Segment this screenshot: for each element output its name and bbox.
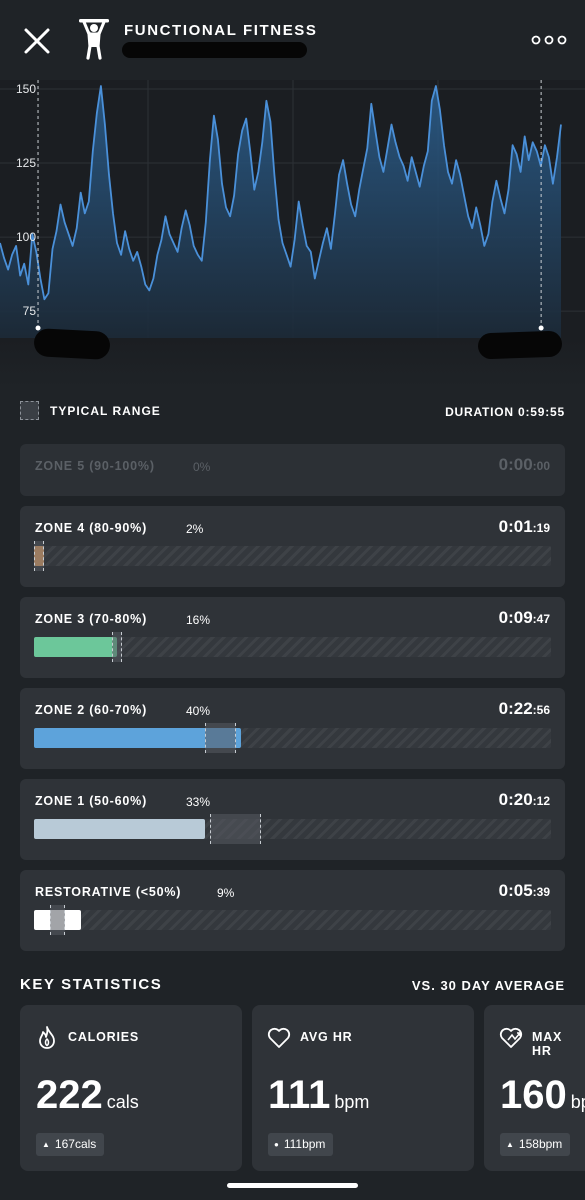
- zone-percentage: 9%: [217, 886, 235, 900]
- zone-card[interactable]: ZONE 4 (80-90%) 2% 0:01:19: [20, 506, 565, 587]
- zone-progress-fill: [34, 637, 117, 657]
- heart-icon: [267, 1027, 291, 1048]
- heart-rate-chart[interactable]: 150 125 100 75: [0, 80, 585, 338]
- zone-duration: 0:01:19: [498, 517, 550, 536]
- zone-typical-range: [34, 541, 45, 571]
- zone-label: RESTORATIVE (<50%): [35, 885, 182, 899]
- max-hr-label: MAX HR: [532, 1030, 563, 1058]
- up-arrow-icon: ▲: [42, 1140, 50, 1149]
- zone-duration: 0:00:00: [498, 455, 550, 474]
- y-tick-label: 125: [16, 156, 36, 170]
- calories-unit: cals: [106, 1092, 139, 1112]
- zone-card[interactable]: ZONE 2 (60-70%) 40% 0:22:56: [20, 688, 565, 769]
- max-hr-card[interactable]: MAX HR 160bpm ▲158bpm: [484, 1005, 585, 1171]
- calories-card[interactable]: CALORIES 222 cals ▲ 167cals: [20, 1005, 242, 1171]
- up-arrow-icon: ▲: [506, 1140, 514, 1149]
- zone-label: ZONE 4 (80-90%): [35, 521, 148, 535]
- activity-logo-icon: [78, 16, 110, 60]
- avg-hr-average-badge: ● 111bpm: [268, 1133, 334, 1156]
- zone-duration: 0:22:56: [498, 699, 550, 718]
- zone-label: ZONE 5 (90-100%): [35, 459, 155, 473]
- avg-hr-value: 111 bpm: [268, 1073, 370, 1117]
- comparison-label[interactable]: VS. 30 DAY AVERAGE: [412, 978, 565, 993]
- zone-label: ZONE 1 (50-60%): [35, 794, 148, 808]
- zone-duration: 0:20:12: [498, 790, 550, 809]
- header: FUNCTIONAL FITNESS: [0, 0, 585, 80]
- home-indicator[interactable]: [227, 1183, 358, 1188]
- redacted-subtitle: [122, 42, 307, 58]
- close-button[interactable]: [22, 26, 52, 56]
- zone-typical-range: [111, 632, 122, 662]
- zone-card[interactable]: ZONE 1 (50-60%) 33% 0:20:12: [20, 779, 565, 860]
- zone-label: ZONE 3 (70-80%): [35, 612, 148, 626]
- zone-percentage: 33%: [186, 795, 211, 809]
- more-options-button[interactable]: [531, 30, 567, 50]
- zone-duration: 0:05:39: [498, 881, 550, 900]
- zone-card[interactable]: ZONE 5 (90-100%) 0% 0:00:00: [20, 444, 565, 496]
- y-tick-label: 75: [23, 304, 37, 318]
- calories-value: 222 cals: [36, 1073, 139, 1117]
- zone-progress-track: [34, 814, 551, 844]
- zone-percentage: 0%: [193, 460, 211, 474]
- key-statistics-title: KEY STATISTICS: [20, 976, 163, 993]
- dot-icon: ●: [274, 1140, 279, 1149]
- heart-rate-chart-svg: 150 125 100 75: [0, 80, 585, 338]
- zone-card[interactable]: RESTORATIVE (<50%) 9% 0:05:39: [20, 870, 565, 951]
- zone-progress-fill: [34, 819, 205, 839]
- avg-hr-label: AVG HR: [300, 1030, 353, 1044]
- zone-progress-track: [34, 541, 551, 571]
- zone-typical-range: [204, 723, 236, 753]
- zone-percentage: 2%: [186, 522, 204, 536]
- typical-range-label: TYPICAL RANGE: [50, 404, 161, 418]
- y-tick-label: 150: [16, 82, 36, 96]
- max-hr-average-badge: ▲ 158bpm: [500, 1133, 571, 1156]
- y-tick-label: 100: [16, 230, 36, 244]
- bottom-edge: [0, 1192, 585, 1200]
- calories-average-badge: ▲ 167cals: [36, 1133, 105, 1156]
- zone-progress-track: [34, 723, 551, 753]
- redacted-start-time: [33, 328, 111, 360]
- typical-range-swatch: [20, 401, 39, 420]
- page-title: FUNCTIONAL FITNESS: [124, 22, 318, 39]
- close-icon: [24, 28, 50, 54]
- avg-hr-card[interactable]: AVG HR 111 bpm ● 111bpm: [252, 1005, 474, 1171]
- more-horizontal-icon: [531, 35, 567, 45]
- heart-up-icon: [499, 1027, 523, 1048]
- zone-typical-range: [209, 814, 262, 844]
- zone-duration: 0:09:47: [498, 608, 550, 627]
- zone-label: ZONE 2 (60-70%): [35, 703, 148, 717]
- chart-range-marker-dot: [538, 325, 544, 331]
- zone-percentage: 16%: [186, 613, 211, 627]
- redacted-end-time: [477, 330, 563, 360]
- max-hr-value: 160bpm: [500, 1073, 585, 1118]
- zone-percentage: 40%: [186, 704, 211, 718]
- flame-icon: [39, 1026, 55, 1049]
- calories-label: CALORIES: [68, 1030, 139, 1044]
- zone-progress-track: [34, 632, 551, 662]
- avg-hr-unit: bpm: [334, 1092, 370, 1112]
- max-hr-unit: bpm: [570, 1092, 585, 1112]
- duration-label: DURATION 0:59:55: [445, 405, 565, 419]
- zone-progress-track: [34, 905, 551, 935]
- zone-card[interactable]: ZONE 3 (70-80%) 16% 0:09:47: [20, 597, 565, 678]
- zone-typical-range: [49, 905, 65, 935]
